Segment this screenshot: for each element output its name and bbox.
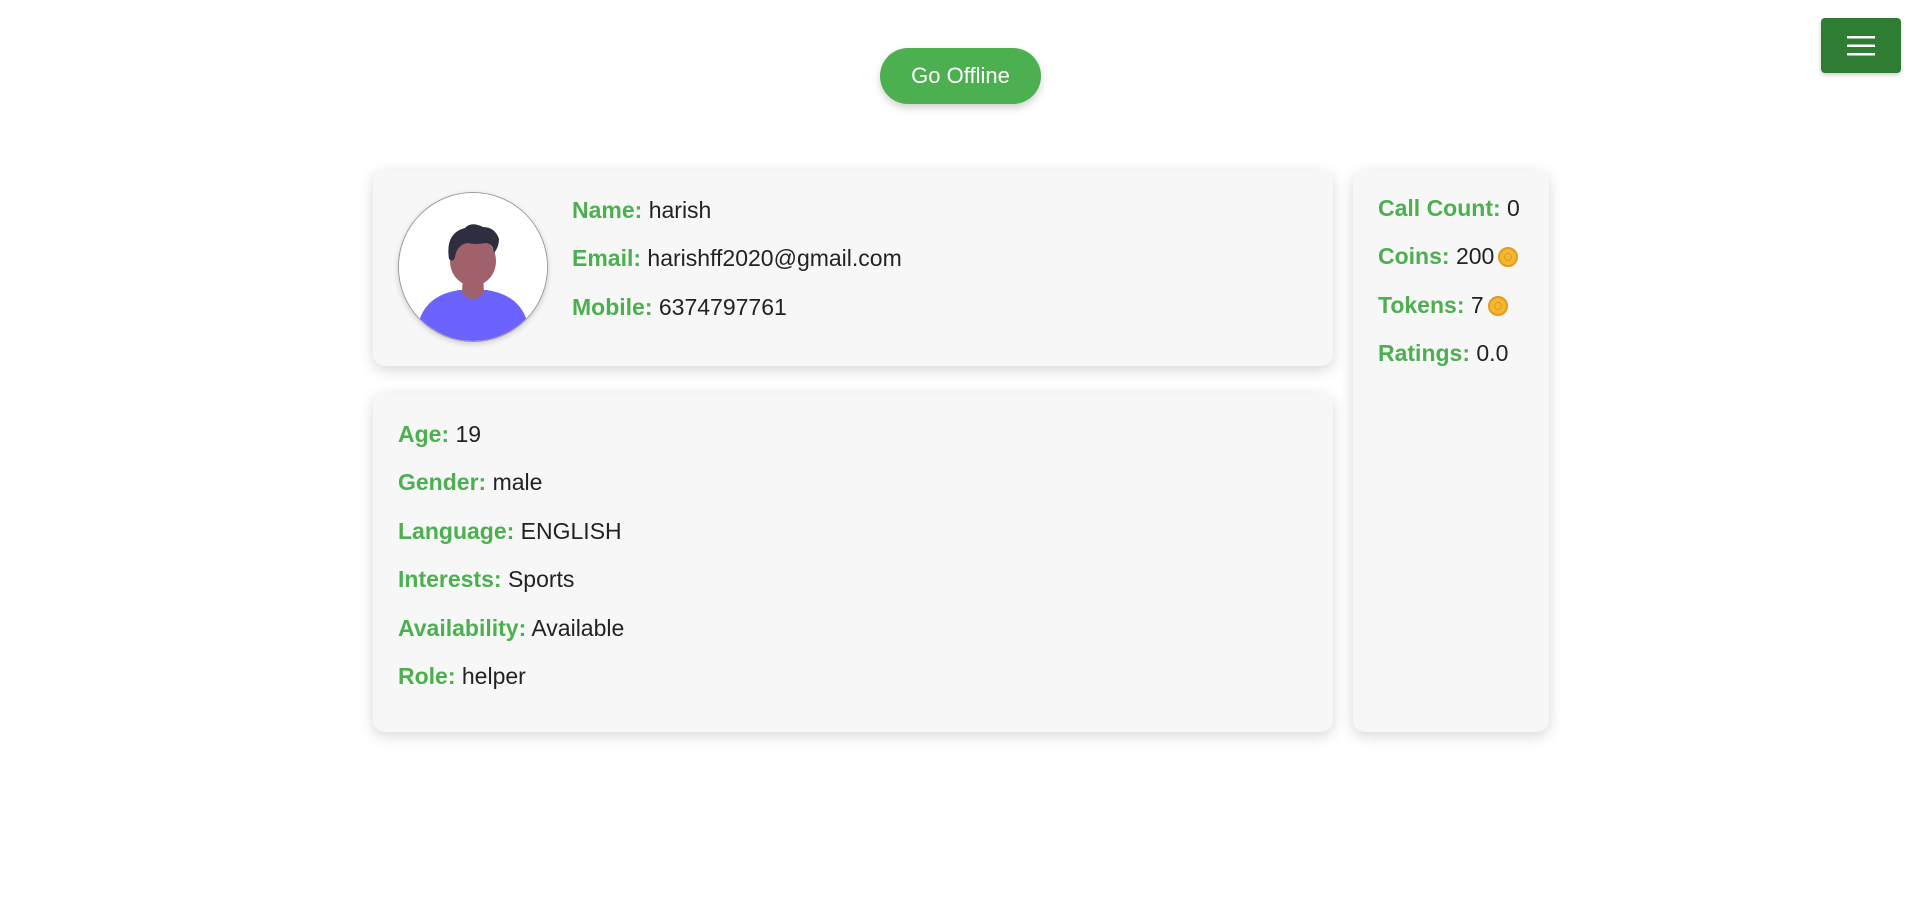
mobile-value: 6374797761 (658, 294, 787, 320)
tokens-field: Tokens: 7 (1378, 291, 1508, 319)
name-value: harish (648, 197, 712, 223)
role-label: Role: (398, 663, 456, 689)
gender-field: Gender: male (398, 468, 542, 496)
coin-icon (1487, 296, 1508, 316)
coins-label: Coins: (1378, 243, 1450, 269)
stats-card: Call Count: 0 Coins: 200 Tokens: 7 Ratin… (1353, 170, 1549, 732)
email-field: Email: harishff2020@gmail.com (572, 244, 902, 272)
ratings-field: Ratings: 0.0 (1378, 339, 1508, 367)
name-label: Name: (572, 197, 643, 223)
tokens-value: 7 (1470, 292, 1484, 318)
email-label: Email: (572, 245, 642, 271)
profile-page: Go Offline Name: harish Email: harishff2… (0, 0, 1919, 900)
user-avatar-icon (398, 192, 548, 342)
role-value: helper (461, 663, 526, 689)
availability-value: Available (531, 615, 625, 641)
ratings-value: 0.0 (1476, 340, 1509, 366)
coins-field: Coins: 200 (1378, 242, 1519, 270)
go-offline-button[interactable]: Go Offline (880, 48, 1041, 104)
coin-icon (1498, 247, 1519, 267)
age-value: 19 (455, 421, 482, 447)
availability-label: Availability: (398, 615, 527, 641)
interests-value: Sports (507, 566, 575, 592)
language-value: ENGLISH (520, 518, 622, 544)
details-card: Age: 19 Gender: male Language: ENGLISH I… (373, 393, 1333, 732)
mobile-field: Mobile: 6374797761 (572, 293, 787, 321)
call-count-label: Call Count: (1378, 195, 1501, 221)
interests-field: Interests: Sports (398, 565, 574, 593)
call-count-value: 0 (1507, 195, 1520, 221)
name-field: Name: harish (572, 196, 711, 224)
gender-value: male (492, 469, 543, 495)
role-field: Role: helper (398, 662, 526, 690)
mobile-label: Mobile: (572, 294, 653, 320)
availability-field: Availability: Available (398, 614, 624, 642)
age-field: Age: 19 (398, 420, 481, 448)
gender-label: Gender: (398, 469, 487, 495)
age-label: Age: (398, 421, 450, 447)
tokens-label: Tokens: (1378, 292, 1465, 318)
menu-button[interactable] (1821, 18, 1901, 73)
call-count-field: Call Count: 0 (1378, 194, 1520, 222)
hamburger-menu-icon (1847, 35, 1875, 57)
language-label: Language: (398, 518, 515, 544)
interests-label: Interests: (398, 566, 502, 592)
language-field: Language: ENGLISH (398, 517, 622, 545)
coins-value: 200 (1455, 243, 1495, 269)
profile-card: Name: harish Email: harishff2020@gmail.c… (373, 170, 1333, 366)
ratings-label: Ratings: (1378, 340, 1470, 366)
email-value: harishff2020@gmail.com (647, 245, 902, 271)
